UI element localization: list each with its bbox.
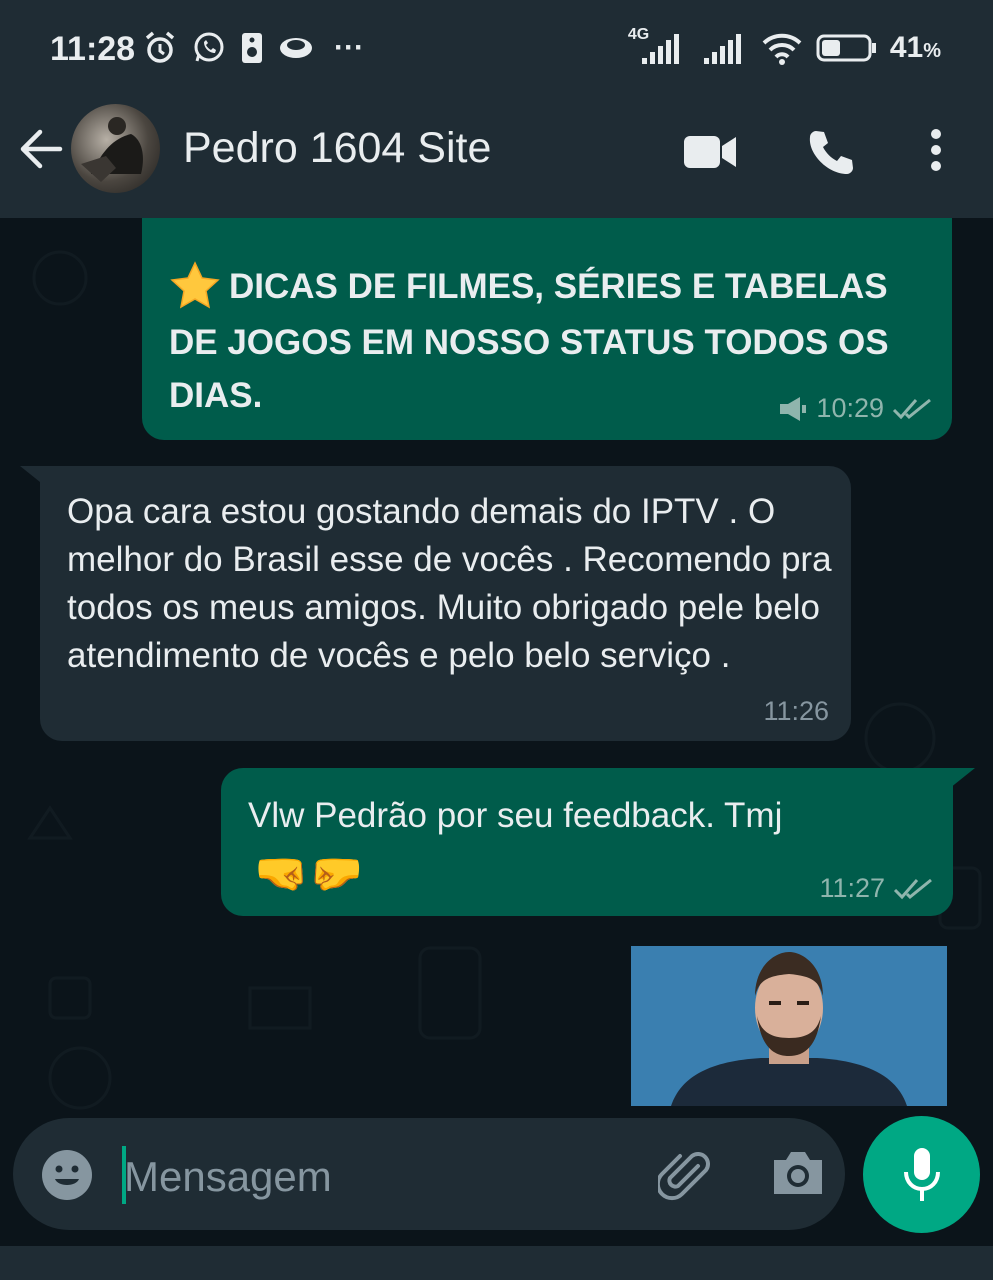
microphone-icon	[904, 1148, 940, 1201]
attach-icon[interactable]	[658, 1148, 714, 1204]
message-meta: 11:27	[819, 873, 933, 904]
phone-call-icon[interactable]	[806, 128, 854, 176]
outgoing-message-bubble[interactable]: DICAS DE FILMES, SÉRIES E TABELAS DE JOG…	[142, 218, 952, 440]
person-sticker-image	[631, 946, 947, 1106]
battery-icon	[816, 34, 876, 62]
message-text: Vlw Pedrão por seu feedback. Tmj 🤜🤛	[248, 788, 868, 902]
message-time: 10:29	[816, 393, 884, 423]
back-arrow-icon[interactable]	[18, 128, 64, 170]
eye-icon	[280, 38, 312, 58]
message-meta: 10:29	[778, 393, 932, 424]
outgoing-message-bubble[interactable]: Vlw Pedrão por seu feedback. Tmj 🤜🤛 11:2…	[221, 768, 953, 916]
incoming-message-bubble[interactable]: Opa cara estou gostando demais do IPTV .…	[40, 466, 851, 741]
status-time: 11:28	[50, 30, 136, 68]
contact-name[interactable]: Pedro 1604 Site	[183, 124, 491, 173]
microphone-button[interactable]	[863, 1116, 980, 1233]
double-check-icon	[893, 878, 932, 899]
battery-percentage: 41%	[889, 31, 941, 64]
whatsapp-icon	[194, 32, 224, 62]
status-bar: 11:28 ··· 4G 41%	[0, 0, 993, 100]
double-check-icon	[892, 398, 931, 419]
video-call-icon[interactable]	[683, 134, 737, 170]
message-text-content: Vlw Pedrão por seu feedback. Tmj	[248, 796, 783, 835]
message-input[interactable]: Mensagem	[124, 1153, 332, 1201]
more-options-icon[interactable]	[928, 128, 944, 172]
wifi-icon	[762, 33, 802, 65]
contact-avatar[interactable]	[71, 104, 160, 193]
speaker-icon	[242, 33, 262, 63]
sticker-message[interactable]	[631, 946, 947, 1106]
fist-bump-emoji: 🤜🤛	[254, 848, 364, 898]
star-emoji-icon	[169, 261, 229, 316]
emoji-icon[interactable]	[40, 1148, 94, 1202]
message-time: 11:27	[819, 873, 885, 903]
alarm-icon	[145, 31, 175, 63]
signal-icon-2	[703, 34, 741, 64]
chat-area[interactable]: DICAS DE FILMES, SÉRIES E TABELAS DE JOG…	[0, 218, 993, 1246]
signal-icon: 4G	[628, 26, 690, 66]
status-notification-icons: ···	[142, 30, 364, 66]
system-navigation-bar	[0, 1246, 993, 1280]
message-time: 11:26	[763, 696, 829, 726]
camera-icon[interactable]	[770, 1148, 826, 1198]
broadcast-icon	[780, 396, 807, 421]
status-overflow-dots: ···	[334, 31, 364, 64]
message-text: Opa cara estou gostando demais do IPTV .…	[67, 492, 832, 675]
status-system-icons: 4G 41%	[628, 26, 941, 66]
